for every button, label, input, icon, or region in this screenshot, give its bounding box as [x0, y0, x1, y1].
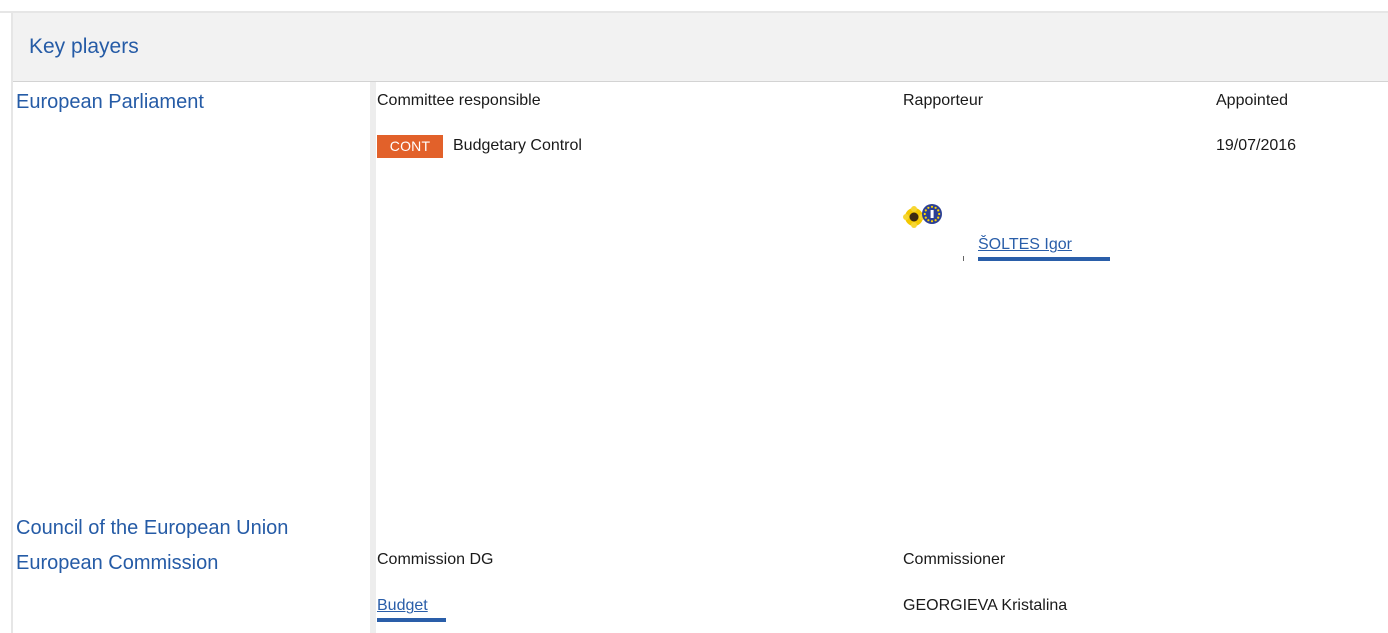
commissioner-name: GEORGIEVA Kristalina [903, 597, 1068, 614]
european-parliament-label: European Parliament [16, 91, 204, 113]
committee-name: Budgetary Control [453, 137, 582, 154]
panel-left-border [11, 11, 13, 633]
committee-responsible-header: Committee responsible [377, 92, 541, 109]
appointed-date: 19/07/2016 [1216, 137, 1297, 154]
commission-dg-link-underline [377, 618, 446, 622]
council-label: Council of the European Union [16, 517, 289, 539]
section-divider [13, 81, 1388, 82]
committee-code-badge[interactable]: CONT [377, 135, 443, 158]
commission-dg-link[interactable]: Budget [377, 597, 428, 615]
political-group-logos [903, 200, 943, 234]
appointed-header: Appointed [1216, 92, 1289, 109]
commissioner-header: Commissioner [903, 551, 1006, 568]
european-commission-label: European Commission [16, 552, 219, 574]
rapporteur-link-underline [978, 257, 1110, 261]
eu-flag-icon [922, 204, 942, 224]
section-header: Key players [13, 13, 1388, 81]
list-marker [963, 256, 964, 261]
rapporteur-header: Rapporteur [903, 92, 984, 109]
column-divider [370, 82, 376, 633]
key-players-panel: Key players European Parliament Committe… [0, 0, 1388, 633]
rapporteur-link[interactable]: ŠOLTES Igor [978, 236, 1072, 254]
commission-dg-header: Commission DG [377, 551, 494, 568]
section-title: Key players [29, 35, 139, 58]
